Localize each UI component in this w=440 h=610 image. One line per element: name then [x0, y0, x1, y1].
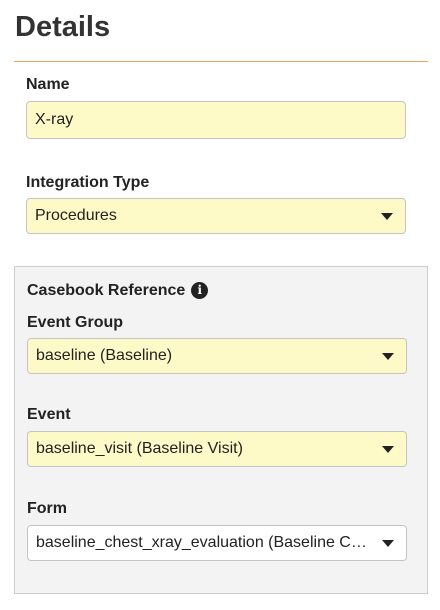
title-divider — [14, 61, 428, 62]
caret-down-icon — [382, 352, 394, 360]
casebook-reference-heading: Casebook Reference i — [27, 281, 209, 301]
caret-down-icon — [382, 445, 394, 453]
form-label: Form — [27, 500, 67, 517]
form-value: baseline_chest_xray_evaluation (Baseline… — [36, 534, 382, 551]
page-title: Details — [15, 11, 111, 43]
event-label: Event — [27, 406, 71, 423]
caret-down-icon — [382, 539, 394, 547]
form-select[interactable]: baseline_chest_xray_evaluation (Baseline… — [27, 525, 407, 561]
integration-type-select[interactable]: Procedures — [26, 198, 406, 234]
info-icon[interactable]: i — [191, 282, 209, 299]
event-value: baseline_visit (Baseline Visit) — [36, 440, 243, 457]
event-select[interactable]: baseline_visit (Baseline Visit) — [27, 431, 407, 467]
details-page: Details Name Integration Type Procedures… — [0, 0, 440, 610]
name-input[interactable] — [26, 101, 406, 139]
event-group-value: baseline (Baseline) — [36, 347, 173, 364]
name-label: Name — [26, 76, 70, 93]
event-group-select[interactable]: baseline (Baseline) — [27, 338, 407, 374]
caret-down-icon — [381, 212, 393, 220]
casebook-reference-label: Casebook Reference — [27, 282, 186, 299]
event-group-label: Event Group — [27, 314, 124, 331]
integration-type-value: Procedures — [35, 207, 117, 224]
integration-type-label: Integration Type — [26, 174, 150, 191]
casebook-reference-panel: Casebook Reference i Event Group baseline… — [14, 266, 428, 594]
